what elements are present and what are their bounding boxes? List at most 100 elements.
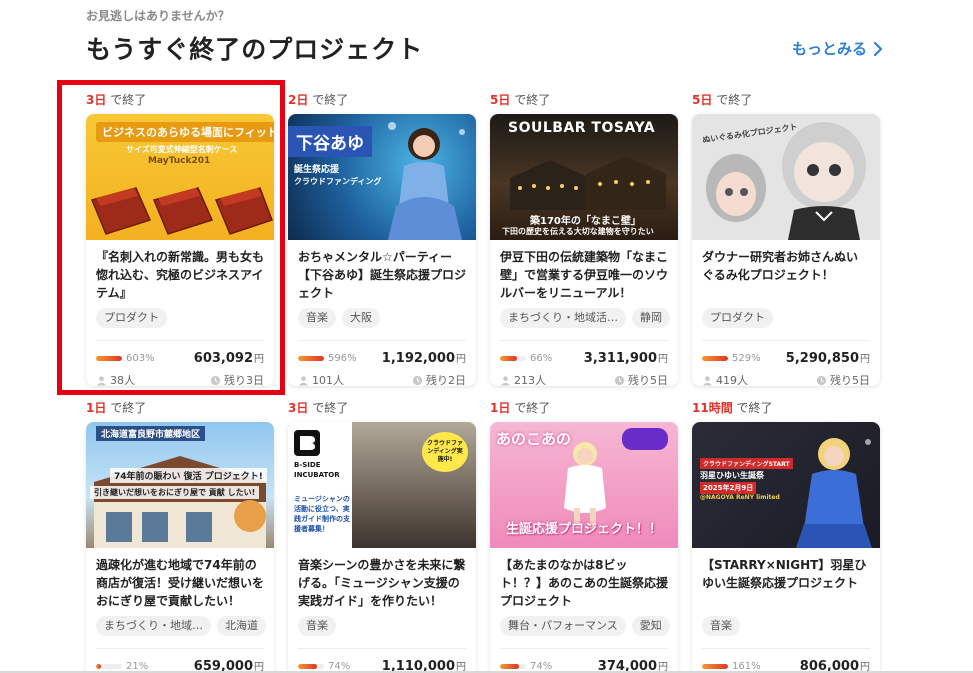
project-card[interactable]: 3日 で終了 B-SIDE INCUBATOR ミュージシャンの活動に役立つ、実… — [288, 400, 476, 673]
progress: 21% — [96, 661, 148, 672]
category-tag[interactable]: 舞台・パフォーマンス — [500, 616, 626, 636]
idol-illustration — [564, 442, 606, 528]
project-card[interactable]: 5日 で終了 SOULBAR TOSAYA 築170年の「なまこ壁」 下田の歴史… — [490, 92, 678, 386]
project-thumbnail[interactable]: B-SIDE INCUBATOR ミュージシャンの活動に役立つ、実践ガイド制作の… — [288, 422, 476, 548]
project-title[interactable]: 過疎化が進む地域で74年前の商店が復活！受け継いだ想いをおにぎり屋で貢献したい！ — [96, 556, 264, 610]
project-thumbnail[interactable]: ぬいぐるみ化プロジェクト — [692, 114, 880, 240]
supporters: 101人 — [298, 372, 344, 386]
project-thumbnail[interactable]: クラウドファンディングSTART 羽星ひゆい生誕祭 2025年2月9日 @NAG… — [692, 422, 880, 548]
performer-illustration — [388, 122, 465, 240]
card-case-illustration — [90, 187, 273, 235]
remaining-time: 残り5日 — [614, 372, 668, 386]
deadline: 5日 で終了 — [692, 93, 753, 107]
location-tag[interactable]: 静岡 — [632, 308, 670, 328]
category-tag[interactable]: プロダクト — [702, 308, 773, 328]
project-title[interactable]: 【STARRY×NIGHT】羽星ひゆい生誕祭応援プロジェクト — [702, 556, 870, 610]
project-title[interactable]: ダウナー研究者お姉さんぬいぐるみ化プロジェクト！ — [702, 248, 870, 302]
category-tag[interactable]: 音楽 — [298, 616, 336, 636]
project-title[interactable]: 【あたまのなかは8ビット！？】あのこあの生誕祭応援プロジェクト — [500, 556, 668, 610]
thumb-text: 羽星ひゆい生誕祭 — [700, 471, 764, 480]
project-thumbnail[interactable]: 北海道富良野市麓郷地区 74年前の賑わい 復活 プロジェクト! 引き継いだ想いを… — [86, 422, 274, 548]
progress-bar-fill — [298, 663, 318, 669]
project-title[interactable]: 伊豆下田の伝統建築物「なまこ壁」で営業する伊豆唯一のソウルバーをリニューアル！ — [500, 248, 668, 302]
divider — [298, 340, 466, 341]
thumb-text: 引き継いだ想いをおにぎり屋で 貢献 したい! — [90, 486, 260, 499]
project-thumbnail[interactable]: あのこあの 生誕応援プロジェクト！！ — [490, 422, 678, 548]
project-thumbnail[interactable]: ビジネスのあらゆる場面にフィット サイズ可変式伸縮型名刺ケース MayTuck2… — [86, 114, 274, 240]
category-tag[interactable]: まちづくり・地域… — [96, 616, 211, 636]
progress-bar-fill — [500, 355, 518, 361]
progress: 161% — [702, 661, 761, 672]
more-link-label: もっとみる — [791, 40, 867, 58]
thumb-text: 誕生祭応援 — [294, 165, 340, 175]
clock-icon — [614, 375, 625, 385]
thumb-text: クラウドファンディング実施中! — [422, 432, 468, 472]
divider — [500, 340, 668, 341]
clock-icon — [210, 375, 221, 385]
logo-badge — [622, 428, 668, 450]
clock-icon — [412, 375, 423, 385]
remaining-time: 残り3日 — [210, 372, 264, 386]
location-tag[interactable]: 愛知 — [631, 616, 670, 636]
incubator-logo — [294, 430, 320, 456]
location-tag[interactable]: 北海道 — [217, 616, 266, 636]
project-thumbnail[interactable]: SOULBAR TOSAYA 築170年の「なまこ壁」 下田の歴史を伝える大切な… — [490, 114, 678, 240]
thumb-text: 生誕応援プロジェクト！！ — [506, 522, 663, 537]
location-tag[interactable]: 大阪 — [342, 308, 380, 328]
project-title[interactable]: 音楽シーンの豊かさを未来に繋げる。「ミュージシャン支援の実践ガイド」を作りたい！ — [298, 556, 466, 610]
thumb-text: ビジネスのあらゆる場面にフィット — [96, 122, 274, 142]
eyebrow: お見逃しはありませんか？ — [86, 9, 230, 23]
project-card[interactable]: 1日 で終了 北海道富良野市麓郷地区 74年前の賑わい 復活 プロジェクト! 引… — [86, 400, 274, 673]
person-icon — [500, 375, 511, 386]
thumb-text: 2025年2月9日 — [700, 482, 757, 494]
thumb-text: 74年前の賑わい 復活 プロジェクト! — [110, 468, 267, 483]
chevron-right-icon — [873, 41, 883, 56]
progress: 596% — [298, 353, 357, 364]
progress: 66% — [500, 353, 552, 364]
project-card[interactable]: 11時間 で終了 クラウドファンディングSTART 羽星ひゆい生誕祭 2025年… — [692, 400, 880, 673]
divider — [702, 648, 870, 649]
thumb-text: B-SIDE INCUBATOR — [294, 461, 340, 479]
deadline: 3日 で終了 — [86, 93, 147, 107]
divider — [96, 648, 264, 649]
project-card[interactable]: 1日 で終了 あのこあの 生誕応援プロジェクト！！ 【あたまのなかは8ビット！？… — [490, 400, 678, 673]
project-title[interactable]: おちゃメンタル☆パーティー【下谷あゆ】誕生祭応援プロジェクト — [298, 248, 466, 302]
funded-amount: 5,290,850円 — [785, 351, 870, 366]
thumb-text: ミュージシャンの活動に役立つ、実践ガイド制作の支援者募集！ — [294, 495, 350, 533]
singer-illustration — [796, 438, 872, 548]
project-card[interactable]: 5日 で終了 ぬいぐるみ化プロジェクト ダウナー研究者お姉さんぬいぐるみ化プロジ… — [692, 92, 880, 386]
deadline: 5日 で終了 — [490, 93, 551, 107]
thumb-text: 北海道富良野市麓郷地区 — [96, 426, 206, 441]
divider — [702, 340, 870, 341]
person-icon — [96, 375, 107, 386]
clock-icon — [816, 375, 827, 385]
remaining-time: 残り5日 — [816, 372, 870, 386]
project-card[interactable]: 2日 で終了 下谷あゆ 誕生祭応援 クラウドファンディング おちゃメンタル☆パー… — [288, 92, 476, 386]
thumb-text: 下田の歴史を伝える大切な建物を守りたい — [502, 227, 654, 236]
progress: 603% — [96, 353, 155, 364]
divider — [500, 648, 668, 649]
project-thumbnail[interactable]: 下谷あゆ 誕生祭応援 クラウドファンディング — [288, 114, 476, 240]
more-link[interactable]: もっとみる — [792, 38, 883, 59]
funded-amount: 603,092円 — [193, 351, 264, 366]
progress-bar-fill — [96, 355, 122, 361]
thumb-text: MayTuck201 — [148, 156, 211, 166]
category-tag[interactable]: 音楽 — [298, 308, 336, 328]
deadline: 2日 で終了 — [288, 93, 349, 107]
project-title[interactable]: 『名刺入れの新常識。男も女も惚れ込む、究極のビジネスアイテム』 — [96, 248, 264, 302]
progress-bar-fill — [298, 355, 324, 361]
category-tag[interactable]: 音楽 — [702, 616, 740, 636]
thumb-text: サイズ可変式伸縮型名刺ケース — [126, 145, 238, 154]
thumb-text: クラウドファンディングSTART — [700, 458, 793, 469]
person-icon — [702, 375, 713, 386]
progress-bar-fill — [500, 663, 520, 669]
thumb-text: クラウドファンディング — [294, 177, 382, 186]
category-tag[interactable]: プロダクト — [96, 308, 167, 328]
section-title: もうすぐ終了のプロジェクト — [86, 35, 424, 64]
progress: 74% — [500, 661, 552, 672]
category-tag[interactable]: まちづくり・地域活… — [500, 308, 626, 328]
project-card[interactable]: 3日 で終了 ビジネスのあらゆる場面にフィット サイズ可変式伸縮型名刺ケース M… — [86, 92, 274, 386]
funded-amount: 3,311,900円 — [583, 351, 668, 366]
progress: 74% — [298, 661, 350, 672]
remaining-time: 残り2日 — [412, 372, 466, 386]
